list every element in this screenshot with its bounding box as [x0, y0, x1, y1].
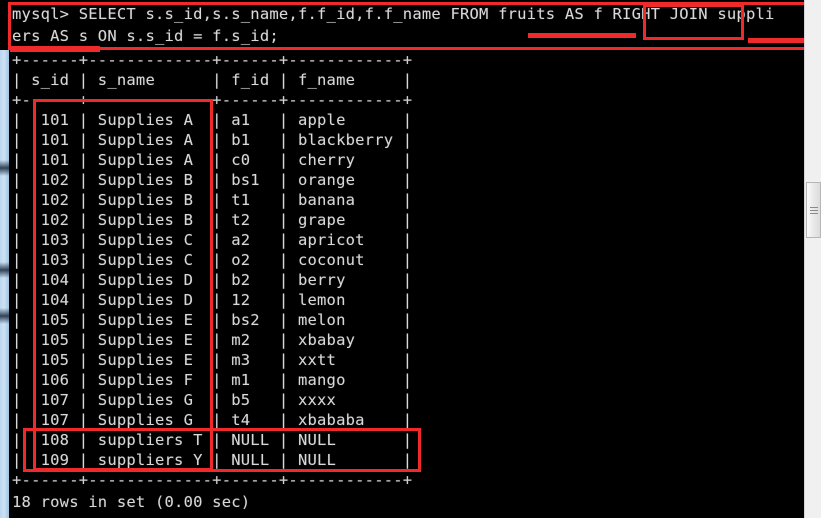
table-row: | 106 | Supplies F | m1 | mango | — [12, 371, 413, 389]
table-row: | 105 | Supplies E | bs2 | melon | — [12, 311, 413, 329]
table-row: | 104 | Supplies D | b2 | berry | — [12, 271, 413, 289]
result-footer: 18 rows in set (0.00 sec) — [12, 493, 251, 511]
gutter-mark — [0, 262, 9, 278]
table-header-row: | s_id | s_name | f_id | f_name | — [12, 71, 413, 89]
scrollbar-grip-icon — [810, 207, 818, 214]
gutter-mark — [0, 308, 9, 324]
table-separator-bottom: +------+-------------+------+-----------… — [12, 471, 413, 489]
table-row: | 102 | Supplies B | t1 | banana | — [12, 191, 413, 209]
vertical-scrollbar[interactable] — [804, 0, 821, 518]
table-row: | 104 | Supplies D | 12 | lemon | — [12, 291, 413, 309]
table-row: | 105 | Supplies E | m2 | xbabay | — [12, 331, 413, 349]
table-row: | 105 | Supplies E | m3 | xxtt | — [12, 351, 413, 369]
table-row: | 101 | Supplies A | c0 | cherry | — [12, 151, 413, 169]
table-separator-top: +------+-------------+------+-----------… — [12, 51, 413, 69]
table-row: | 109 | suppliers Y | NULL | NULL | — [12, 451, 413, 469]
window-left-gutter — [0, 50, 9, 518]
table-row: | 103 | Supplies C | a2 | apricot | — [12, 231, 413, 249]
gutter-mark — [0, 160, 9, 176]
scrollbar-thumb[interactable] — [806, 182, 821, 238]
table-row: | 107 | Supplies G | b5 | xxxx | — [12, 391, 413, 409]
table-row: | 101 | Supplies A | b1 | blackberry | — [12, 131, 413, 149]
table-row: | 107 | Supplies G | t4 | xbababa | — [12, 411, 413, 429]
table-separator-middle: +------+-------------+------+-----------… — [12, 91, 413, 109]
terminal-window: mysql> SELECT s.s_id,s.s_name,f.f_id,f.f… — [0, 0, 821, 518]
table-row: | 102 | Supplies B | bs1 | orange | — [12, 171, 413, 189]
table-row: | 108 | suppliers T | NULL | NULL | — [12, 431, 413, 449]
query-line-2: ers AS s ON s.s_id = f.s_id; — [12, 27, 279, 45]
terminal-output: mysql> SELECT s.s_id,s.s_name,f.f_id,f.f… — [12, 0, 812, 518]
query-line-1: mysql> SELECT s.s_id,s.s_name,f.f_id,f.f… — [12, 5, 775, 23]
table-row: | 101 | Supplies A | a1 | apple | — [12, 111, 413, 129]
table-row: | 102 | Supplies B | t2 | grape | — [12, 211, 413, 229]
table-row: | 103 | Supplies C | o2 | coconut | — [12, 251, 413, 269]
